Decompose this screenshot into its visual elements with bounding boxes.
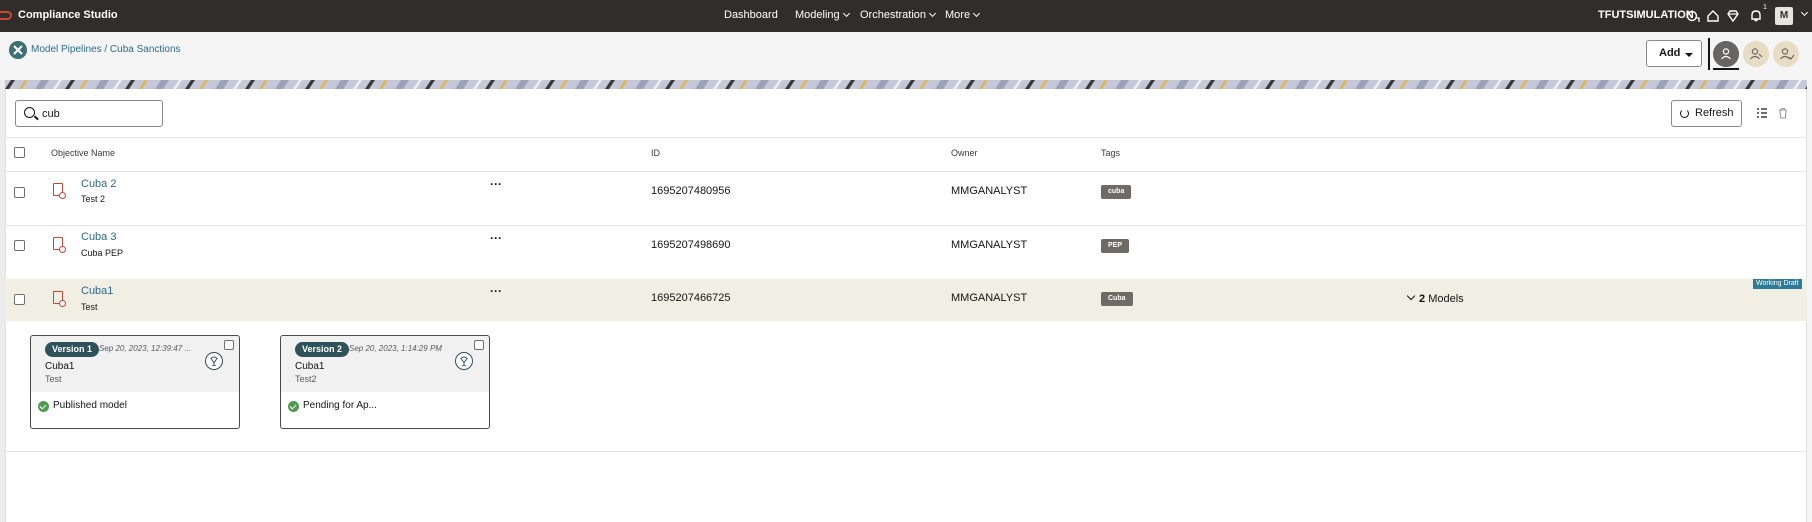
version-description: Test2: [295, 374, 317, 384]
check-circle-icon: [38, 401, 49, 412]
breadcrumb[interactable]: Model Pipelines / Cuba Sanctions: [31, 44, 181, 55]
row-actions-menu[interactable]: ···: [490, 232, 502, 244]
sub-header: [0, 32, 1812, 80]
tag-badge: PEP: [1101, 239, 1130, 253]
active-persona-indicator: [1713, 68, 1739, 70]
tenant-name: TFUTSIMULATION: [1598, 9, 1694, 21]
search-input[interactable]: [42, 105, 157, 123]
refresh-button-label: Refresh: [1695, 107, 1734, 119]
diamond-icon[interactable]: [1726, 9, 1740, 23]
version-date: Sep 20, 2023, 12:39:47 ...: [99, 344, 192, 353]
champion-model-icon[interactable]: [205, 352, 223, 370]
divider: [5, 451, 1807, 452]
nav-orchestration[interactable]: Orchestration: [860, 9, 937, 21]
nav-more[interactable]: More: [945, 9, 981, 21]
version-status: Published model: [53, 400, 127, 411]
row-actions-menu[interactable]: ···: [490, 178, 502, 190]
objective-name-link[interactable]: Cuba 2: [81, 178, 116, 190]
switch-tenant-icon[interactable]: [1686, 9, 1700, 23]
column-header-id[interactable]: ID: [651, 148, 660, 158]
select-all-checkbox[interactable]: [14, 147, 25, 158]
top-bar: Compliance Studio Dashboard Modeling Orc…: [0, 0, 1812, 32]
delete-icon[interactable]: [1777, 107, 1789, 119]
version-name: Cuba1: [45, 361, 75, 372]
objective-icon: [53, 237, 66, 253]
chevron-down-icon: [1406, 291, 1416, 301]
version-card[interactable]: Version 2 Sep 20, 2023, 1:14:29 PM Cuba1…: [280, 335, 490, 429]
version-name: Cuba1: [295, 361, 325, 372]
models-count: 2: [1419, 293, 1426, 305]
home-icon[interactable]: [1706, 9, 1720, 23]
objective-owner: MMGANALYST: [951, 292, 1028, 304]
user-avatar[interactable]: M: [1775, 7, 1793, 25]
decorative-banner: [5, 80, 1807, 89]
row-checkbox[interactable]: [14, 240, 25, 251]
divider: [5, 137, 1807, 138]
objective-id: 1695207498690: [651, 239, 731, 251]
bell-icon[interactable]: [1749, 9, 1763, 23]
column-header-owner[interactable]: Owner: [951, 148, 978, 158]
nav-dashboard[interactable]: Dashboard: [724, 9, 778, 21]
nav-orchestration-label: Orchestration: [860, 9, 927, 21]
oracle-logo-icon: [0, 11, 12, 20]
pipeline-icon: [9, 41, 27, 59]
chevron-down-icon[interactable]: [1800, 8, 1809, 17]
nav-modeling-label: Modeling: [795, 9, 840, 21]
persona-reviewer-icon[interactable]: [1743, 41, 1769, 67]
objective-icon: [53, 291, 66, 307]
chevron-down-icon: [928, 9, 937, 18]
objective-description: Test 2: [81, 194, 106, 204]
objective-owner: MMGANALYST: [951, 185, 1028, 197]
add-button-label: Add: [1659, 47, 1681, 59]
models-expand-toggle[interactable]: 2 Models: [1406, 291, 1464, 305]
divider: [5, 225, 1807, 226]
tag-badge: Cuba: [1101, 292, 1133, 306]
list-view-icon[interactable]: [1756, 107, 1768, 119]
chevron-down-icon: [842, 9, 850, 18]
version-status: Pending for Ap...: [303, 400, 377, 411]
search-box[interactable]: [15, 100, 163, 127]
tag-badge: cuba: [1101, 185, 1132, 199]
chevron-down-icon: [973, 9, 981, 18]
row-checkbox[interactable]: [14, 187, 25, 198]
objective-name-link[interactable]: Cuba1: [81, 285, 113, 297]
refresh-button[interactable]: Refresh: [1671, 100, 1742, 127]
version-date: Sep 20, 2023, 1:14:29 PM: [349, 344, 442, 353]
caret-down-icon: [1685, 53, 1693, 57]
version-checkbox[interactable]: [474, 340, 484, 350]
version-badge: Version 2: [295, 342, 350, 357]
models-label: Models: [1428, 293, 1464, 305]
app-name: Compliance Studio: [18, 9, 118, 21]
persona-approver-icon[interactable]: [1773, 41, 1799, 67]
refresh-icon: [1680, 109, 1689, 118]
version-badge: Version 1: [45, 342, 100, 357]
objective-id: 1695207480956: [651, 185, 731, 197]
search-icon: [24, 107, 35, 118]
column-header-name[interactable]: Objective Name: [51, 148, 115, 158]
objective-description: Test: [81, 302, 98, 312]
divider: [5, 171, 1807, 172]
objective-icon: [53, 183, 66, 199]
row-checkbox[interactable]: [14, 294, 25, 305]
version-checkbox[interactable]: [224, 340, 234, 350]
notification-count: 1: [1763, 4, 1767, 11]
working-draft-badge: Working Draft: [1753, 279, 1802, 289]
objective-description: Cuba PEP: [81, 248, 124, 258]
version-card[interactable]: Version 1 Sep 20, 2023, 12:39:47 ... Cub…: [30, 335, 240, 429]
check-circle-icon: [288, 401, 299, 412]
persona-analyst-icon[interactable]: [1713, 41, 1739, 67]
table-row-expanded[interactable]: [5, 279, 1807, 321]
divider: [1708, 38, 1710, 70]
version-description: Test: [45, 374, 62, 384]
add-button[interactable]: Add: [1646, 40, 1702, 67]
row-actions-menu[interactable]: ···: [490, 285, 502, 297]
champion-model-icon[interactable]: [455, 352, 473, 370]
objective-owner: MMGANALYST: [951, 239, 1028, 251]
nav-more-label: More: [945, 9, 971, 21]
column-header-tags[interactable]: Tags: [1101, 148, 1120, 158]
objective-id: 1695207466725: [651, 292, 731, 304]
nav-modeling[interactable]: Modeling: [795, 9, 850, 21]
objective-name-link[interactable]: Cuba 3: [81, 231, 116, 243]
